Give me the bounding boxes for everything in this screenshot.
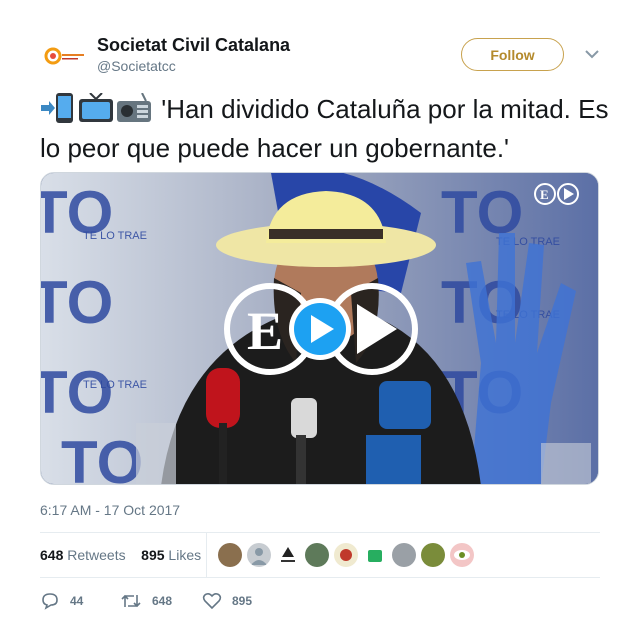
- retweet-action[interactable]: 648: [120, 592, 172, 610]
- retweet-count: 648: [152, 594, 173, 608]
- liker-avatar[interactable]: [363, 543, 387, 567]
- liker-avatar[interactable]: [421, 543, 445, 567]
- liker-avatar[interactable]: [334, 543, 358, 567]
- chevron-down-icon[interactable]: [583, 46, 601, 62]
- account-name[interactable]: Societat Civil Catalana: [97, 35, 290, 56]
- retweet-icon: [121, 594, 141, 608]
- video-player[interactable]: TO TO TO TO TO TO TO TE LO TRAE TE LO TR…: [40, 172, 599, 485]
- retweets-stat[interactable]: 648 Retweets: [40, 547, 126, 563]
- liker-avatar[interactable]: [305, 543, 329, 567]
- liker-avatar[interactable]: [218, 543, 242, 567]
- reply-count: 44: [70, 594, 84, 608]
- mobile-arrow-icon: [40, 93, 76, 131]
- banner-text: TE LO TRAE: [83, 230, 147, 242]
- reply-action[interactable]: 44: [40, 592, 83, 610]
- like-count: 895: [232, 594, 253, 608]
- play-button[interactable]: [289, 298, 351, 360]
- svg-text:TO: TO: [41, 269, 113, 336]
- liker-avatar[interactable]: [247, 543, 271, 567]
- liker-avatar[interactable]: [276, 543, 300, 567]
- heart-icon: [202, 592, 222, 610]
- divider: [40, 577, 600, 578]
- account-avatar[interactable]: [40, 36, 88, 76]
- tweet-text: 'Han dividido Cataluña por la mitad. Es …: [40, 92, 610, 165]
- like-action[interactable]: 895: [202, 592, 252, 610]
- svg-text:TE LO TRAE: TE LO TRAE: [83, 379, 147, 391]
- svg-text:E: E: [540, 187, 549, 202]
- engagement-stats: 648 Retweets 895 Likes: [40, 547, 201, 563]
- svg-text:TO: TO: [41, 359, 113, 426]
- likes-stat[interactable]: 895 Likes: [141, 547, 201, 563]
- svg-text:E: E: [247, 301, 283, 361]
- reply-icon: [42, 593, 58, 610]
- stats-divider: [206, 532, 207, 577]
- radio-icon: [116, 92, 152, 131]
- liker-avatar[interactable]: [450, 543, 474, 567]
- follow-button[interactable]: Follow: [461, 38, 564, 71]
- account-handle[interactable]: @Societatcc: [97, 58, 176, 74]
- svg-text:TO: TO: [61, 429, 143, 485]
- divider: [40, 532, 600, 533]
- liker-avatar[interactable]: [392, 543, 416, 567]
- tv-icon: [78, 92, 114, 131]
- tweet-timestamp[interactable]: 6:17 AM - 17 Oct 2017: [40, 502, 180, 518]
